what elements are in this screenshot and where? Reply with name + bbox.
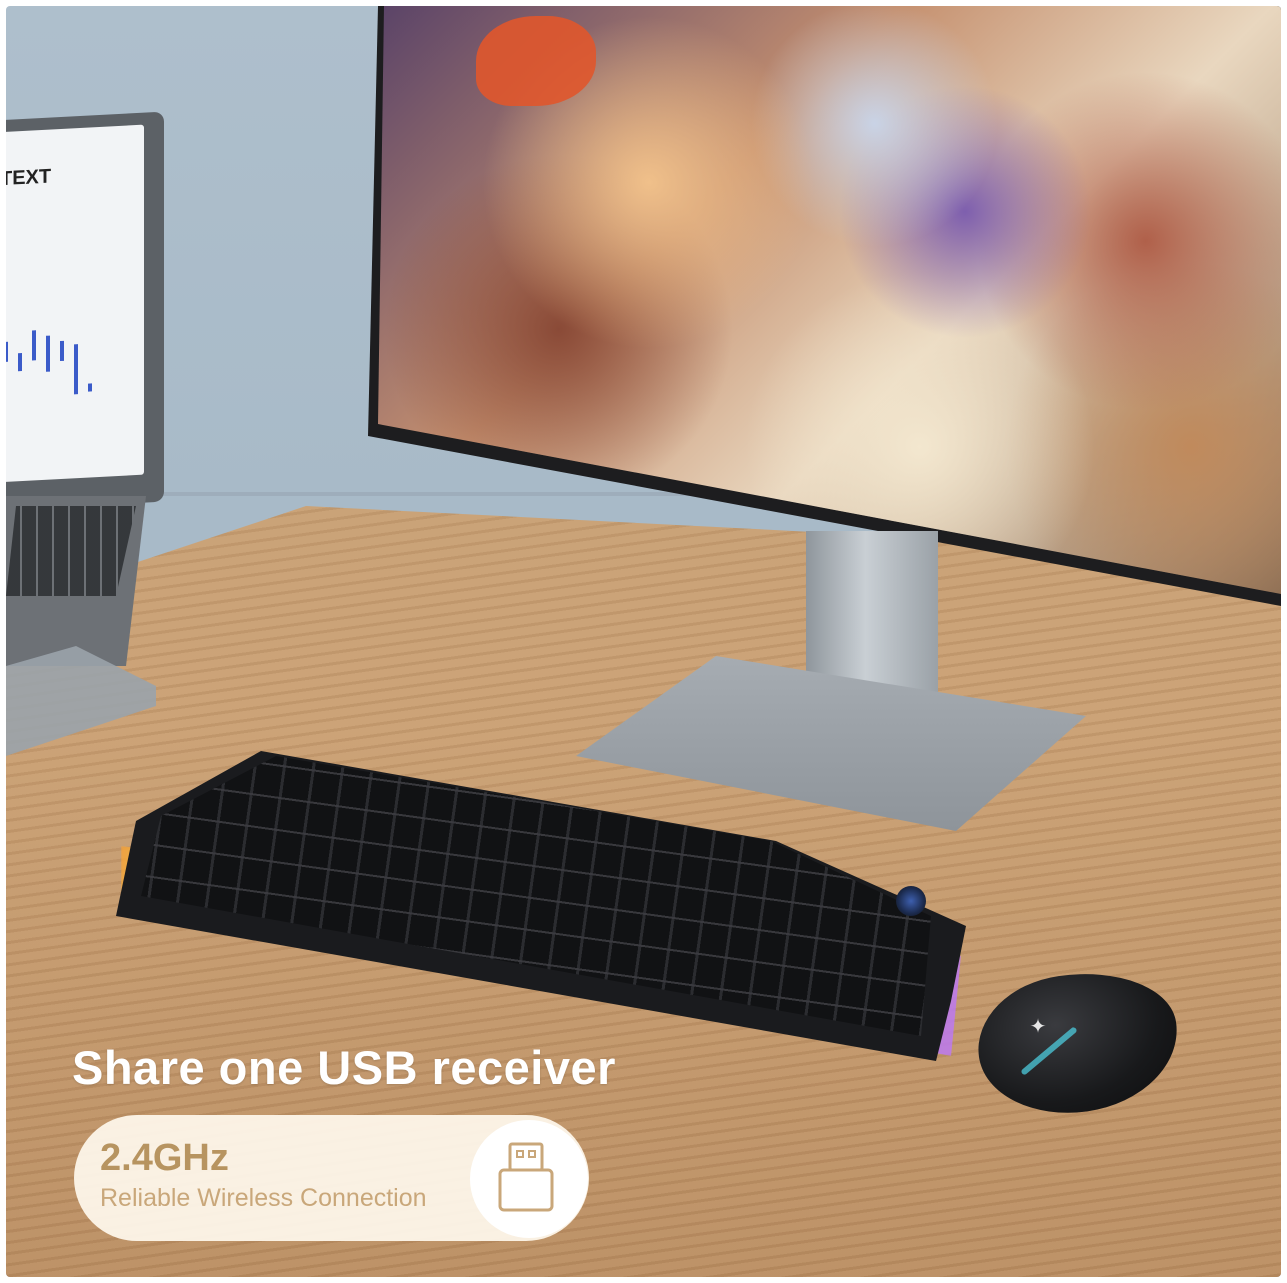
connection-subtitle: Reliable Wireless Connection <box>100 1184 427 1212</box>
laptop-screen-heading: TEXT <box>6 165 52 191</box>
frequency-label: 2.4GHz <box>100 1137 229 1179</box>
keyboard-volume-knob <box>896 886 926 916</box>
laptop-chart-bar <box>18 353 22 372</box>
laptop-screen: TEXT <box>6 111 164 511</box>
laptop-chart-bar <box>32 330 36 361</box>
mouse-logo-icon: ✦ <box>1029 1014 1047 1038</box>
laptop-chart-bar <box>60 340 64 362</box>
laptop-chart-bar <box>6 341 8 362</box>
headline: Share one USB receiver <box>72 1041 616 1094</box>
game-character-hair <box>476 16 596 106</box>
laptop-chart-bar <box>74 344 78 395</box>
usb-receiver-icon <box>498 1142 554 1212</box>
laptop-chart-bar <box>88 383 92 392</box>
laptop-keyboard <box>6 506 136 596</box>
laptop-chart-bar <box>46 335 50 372</box>
laptop-display: TEXT <box>6 124 144 483</box>
